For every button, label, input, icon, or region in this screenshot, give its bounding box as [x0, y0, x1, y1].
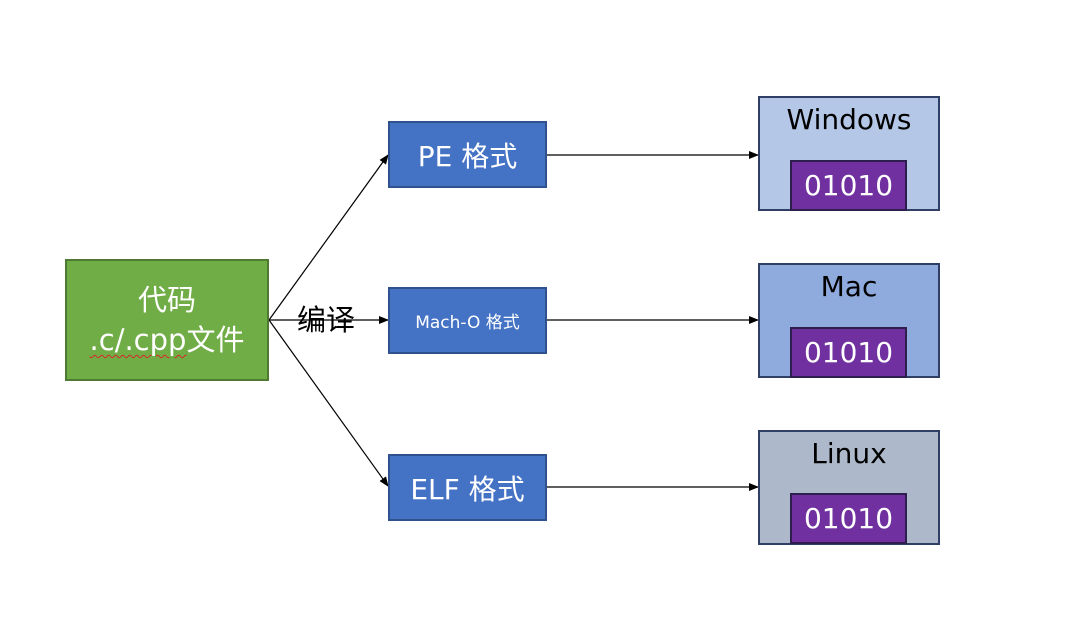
- source-suffix: 文件: [186, 323, 245, 357]
- arrow-source-to-pe: [268, 154, 389, 321]
- format-box-elf: ELF 格式: [388, 454, 547, 521]
- source-title: 代码: [137, 283, 196, 317]
- arrow-source-to-elf: [268, 319, 389, 487]
- binary-value-mac: 01010: [803, 336, 894, 369]
- format-box-pe: PE 格式: [388, 121, 547, 188]
- binary-value-windows: 01010: [803, 169, 894, 202]
- source-code-box: 代码 .c/.cpp文件: [65, 259, 269, 381]
- platform-name-mac: Mac: [820, 270, 878, 303]
- compile-label: 编译: [297, 303, 356, 337]
- format-label-pe: PE 格式: [417, 139, 518, 173]
- format-label-elf: ELF 格式: [410, 472, 525, 506]
- platform-name-windows: Windows: [786, 103, 912, 136]
- binary-value-linux: 01010: [803, 502, 894, 535]
- binary-box-mac: 01010: [790, 327, 907, 378]
- format-label-macho: Mach-O 格式: [415, 313, 520, 333]
- format-box-macho: Mach-O 格式: [388, 287, 547, 354]
- source-extension: .c/.cpp: [89, 323, 187, 357]
- platform-name-linux: Linux: [811, 437, 887, 470]
- binary-box-windows: 01010: [790, 160, 907, 211]
- binary-box-linux: 01010: [790, 493, 907, 544]
- source-subtitle: .c/.cpp文件: [90, 320, 245, 360]
